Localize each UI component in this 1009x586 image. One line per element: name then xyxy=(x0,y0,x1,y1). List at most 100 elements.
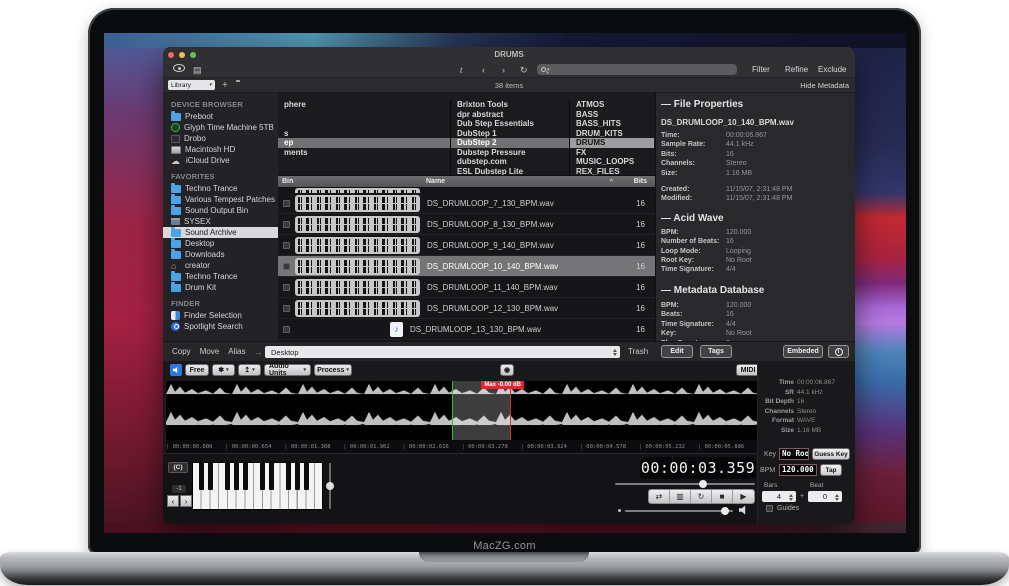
sort-ascending-icon[interactable]: ^ xyxy=(609,179,613,185)
bin-checkbox[interactable] xyxy=(283,221,290,228)
back-icon[interactable]: ‹ xyxy=(482,64,485,76)
sidebar-item-icloud-drive[interactable]: ☁iCloud Drive xyxy=(171,155,278,166)
bin-checkbox[interactable] xyxy=(283,326,290,333)
column-item-selected[interactable]: DRUMS xyxy=(570,138,654,148)
column-item[interactable]: ATMOS xyxy=(570,100,654,110)
black-key[interactable] xyxy=(208,463,213,490)
column-item[interactable]: dpr abstract xyxy=(451,110,569,120)
slider-thumb[interactable] xyxy=(699,480,707,488)
info-button[interactable]: i xyxy=(828,345,849,358)
black-key[interactable] xyxy=(225,463,230,490)
waveform-display[interactable]: Max -0.00 dB xyxy=(166,381,757,440)
bin-checkbox[interactable] xyxy=(283,200,290,207)
sidebar-item-creator[interactable]: ⌂creator xyxy=(171,260,278,271)
black-key[interactable] xyxy=(234,463,239,490)
exclude-button[interactable]: Exclude xyxy=(818,65,846,74)
pitch-slider[interactable] xyxy=(329,463,331,509)
sidebar-item-desktop[interactable]: Desktop xyxy=(171,238,278,249)
bars-stepper[interactable]: 4 xyxy=(762,491,796,502)
column-item[interactable]: Dub Step Essentials xyxy=(451,119,569,129)
black-key[interactable] xyxy=(243,463,248,490)
sidebar-item-sound-output-bin[interactable]: Sound Output Bin xyxy=(171,205,278,216)
black-key[interactable] xyxy=(295,463,300,490)
column-item[interactable]: phere xyxy=(278,100,450,110)
sidebar-item-sysex[interactable]: SYSEX xyxy=(171,216,278,227)
table-row[interactable]: DS_DRUMLOOP_7_130_BPM.wav16 xyxy=(278,193,655,214)
embedded-button[interactable]: Embeded xyxy=(783,345,823,358)
column-item[interactable]: ments xyxy=(278,148,450,158)
export-dropdown[interactable]: ↥▾ xyxy=(238,364,261,376)
bin-checkbox[interactable] xyxy=(283,305,290,312)
copy-button[interactable]: Copy xyxy=(172,347,191,356)
bin-checkbox[interactable] xyxy=(283,284,290,291)
column-item[interactable]: BASS_HITS xyxy=(570,119,654,129)
free-button[interactable]: Free xyxy=(185,364,209,376)
column-item[interactable] xyxy=(278,110,450,120)
edit-button[interactable]: Edit xyxy=(661,345,693,358)
loop-button[interactable]: ↻ xyxy=(691,490,712,503)
sidebar-item-downloads[interactable]: Downloads xyxy=(171,249,278,260)
bin-checkbox[interactable] xyxy=(283,263,290,270)
black-key[interactable] xyxy=(260,463,265,490)
stop-button[interactable]: ■ xyxy=(712,490,733,503)
gear-dropdown[interactable]: ✱▾ xyxy=(212,364,235,376)
tap-button[interactable]: Tap xyxy=(820,464,842,476)
column-item[interactable]: Dubstep Pressure xyxy=(451,148,569,158)
black-key[interactable] xyxy=(269,463,274,490)
table-row[interactable]: DS_DRUMLOOP_8_130_BPM.wav16 xyxy=(278,214,655,235)
column-item[interactable]: MUSIC_LOOPS xyxy=(570,157,654,167)
list-view-icon[interactable]: ▤ xyxy=(193,64,202,76)
octave-up-button[interactable]: › xyxy=(180,495,192,507)
volume-slider[interactable] xyxy=(625,510,733,512)
guides-checkbox[interactable] xyxy=(766,505,773,512)
table-row[interactable]: DS_DRUMLOOP_11_140_BPM.wav16 xyxy=(278,277,655,298)
guess-key-button[interactable]: Guess Key xyxy=(812,448,850,460)
sidebar-item-glyph-time-machine[interactable]: Glyph Time Machine 5TB xyxy=(171,122,278,133)
filter-button[interactable]: Filter xyxy=(752,65,770,74)
column-item[interactable]: DRUM_KITS xyxy=(570,129,654,139)
hide-metadata-button[interactable]: Hide Metadata xyxy=(800,81,849,90)
eye-icon[interactable] xyxy=(173,64,185,72)
sidebar-item-finder-selection[interactable]: Finder Selection xyxy=(171,310,278,321)
black-key[interactable] xyxy=(304,463,309,490)
table-row-selected[interactable]: DS_DRUMLOOP_10_140_BPM.wav16 xyxy=(278,256,655,277)
piano-keyboard[interactable] xyxy=(192,462,323,510)
column-item[interactable]: ESL Dubstep Lite xyxy=(451,167,569,176)
sidebar-item-macintosh-hd[interactable]: Macintosh HD xyxy=(171,144,278,155)
time-ruler[interactable]: 00:00:00.000 00:00:00.654 00:00:01.308 0… xyxy=(166,440,757,453)
column-item[interactable] xyxy=(278,167,450,176)
bpm-field[interactable]: 120.000 xyxy=(779,464,817,476)
move-button[interactable]: Move xyxy=(200,347,220,356)
column-item[interactable]: DubStep 1 xyxy=(451,129,569,139)
table-row[interactable]: DS_DRUMLOOP_12_130_BPM.wav16 xyxy=(278,298,655,319)
column-item[interactable]: dubstep.com xyxy=(451,157,569,167)
column-item-selected[interactable]: DubStep 2 xyxy=(451,138,569,148)
sidebar-item-sound-archive[interactable]: Sound Archive xyxy=(163,227,278,238)
sidebar-item-preboot[interactable]: Preboot xyxy=(171,111,278,122)
column-item-selected[interactable]: ep xyxy=(278,138,450,148)
column-item[interactable]: FX xyxy=(570,148,654,158)
scrub-button[interactable]: ▥ xyxy=(670,490,691,503)
table-row[interactable]: DS_DRUMLOOP_9_140_BPM.wav16 xyxy=(278,235,655,256)
alias-button[interactable]: Alias xyxy=(228,347,245,356)
refine-button[interactable]: Refine xyxy=(785,65,808,74)
slider-thumb[interactable] xyxy=(721,507,729,515)
black-key[interactable] xyxy=(286,463,291,490)
sidebar-item-drum-kit[interactable]: Drum Kit xyxy=(171,282,278,293)
speaker-icon[interactable] xyxy=(170,364,182,376)
key-field[interactable]: No Root xyxy=(779,448,809,460)
column-item[interactable]: Brixton Tools xyxy=(451,100,569,110)
slider-thumb[interactable] xyxy=(326,482,334,490)
shuffle-button[interactable]: ⇄ xyxy=(649,490,670,503)
action-icon[interactable]: t xyxy=(460,64,463,76)
column-header-name[interactable]: Name xyxy=(426,178,617,185)
sidebar-item-techno-trance[interactable]: Techno Trance xyxy=(171,183,278,194)
column-item[interactable]: s xyxy=(278,129,450,139)
refresh-icon[interactable]: ↻ xyxy=(520,64,528,76)
column-item[interactable] xyxy=(278,119,450,129)
target-button[interactable]: ◉ xyxy=(500,364,514,376)
table-row[interactable]: ♪DS_DRUMLOOP_13_130_BPM.wav16 xyxy=(278,319,655,340)
tags-button[interactable]: Tags xyxy=(700,345,732,358)
process-dropdown[interactable]: Process▾ xyxy=(314,364,352,376)
octave-down-button[interactable]: ‹ xyxy=(167,495,179,507)
